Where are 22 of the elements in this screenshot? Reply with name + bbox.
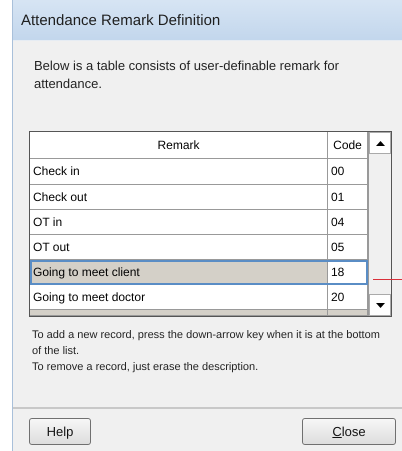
table-row[interactable]: Check out 01 bbox=[30, 184, 368, 210]
scroll-down-icon[interactable] bbox=[369, 294, 391, 316]
table-cell: OT in bbox=[30, 209, 328, 234]
table-cell: 18 bbox=[328, 260, 368, 285]
help-text: To remove a record, just erase the description. bbox=[32, 360, 260, 375]
close-button[interactable]: Close bbox=[302, 418, 396, 445]
table-row[interactable]: OT out 05 bbox=[30, 234, 368, 260]
table-cell: Check out bbox=[30, 184, 328, 210]
help-button[interactable]: Help bbox=[29, 418, 91, 445]
table-row[interactable]: OT in 04 bbox=[30, 209, 368, 234]
table-row[interactable]: Going to meet client 18 bbox=[30, 260, 368, 285]
column-header[interactable]: Code bbox=[328, 132, 368, 159]
table-cell: Going to meet client bbox=[30, 260, 328, 285]
help-text: To add a new record, press the down-arrow key when it is at the bottom of the list. bbox=[32, 328, 380, 359]
window-title: Attendance Remark Definition bbox=[13, 0, 402, 41]
table-row[interactable]: Check in 00 bbox=[30, 158, 368, 184]
table-cell: Check in bbox=[30, 158, 328, 184]
scroll-up-icon[interactable] bbox=[369, 132, 391, 154]
column-header[interactable]: Remark bbox=[30, 132, 328, 159]
scrollbar[interactable] bbox=[368, 132, 391, 316]
intro-text: Below is a table consists of user-definable remark for attendance. bbox=[34, 57, 340, 93]
table-cell: OT out bbox=[30, 234, 328, 260]
